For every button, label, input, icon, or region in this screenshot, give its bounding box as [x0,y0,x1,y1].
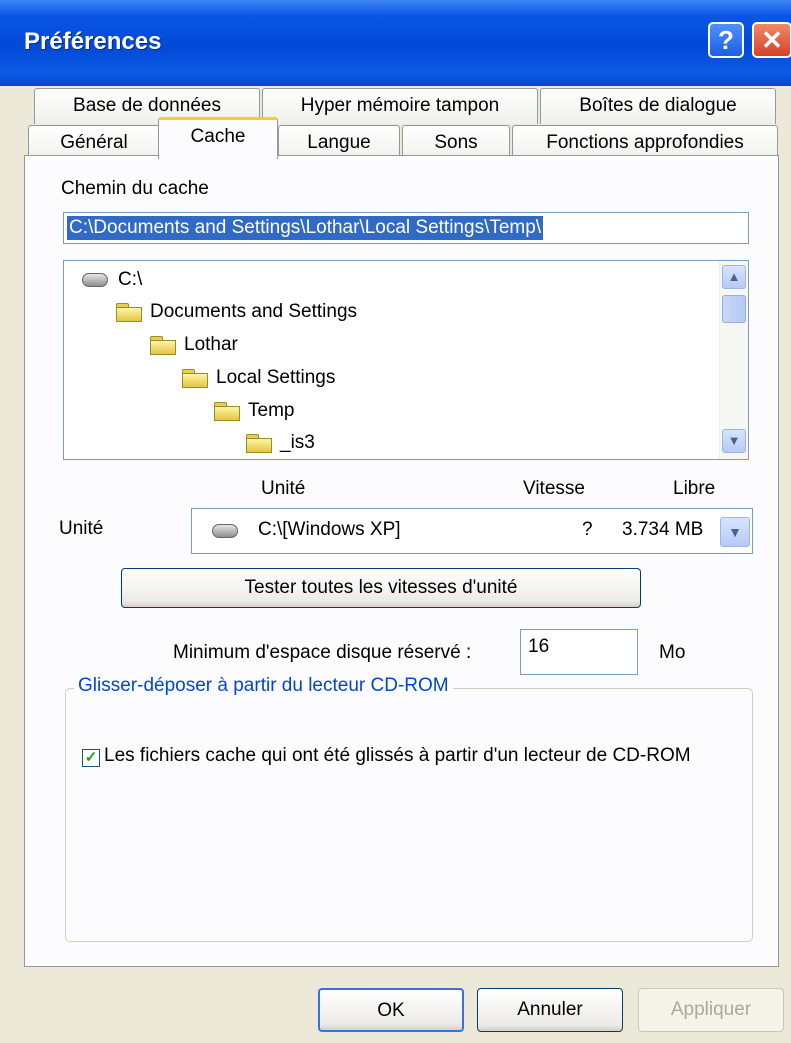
min-space-input[interactable]: 16 [520,629,638,675]
drive-select-free: 3.734 MB [622,519,704,540]
tree-item-folder[interactable]: Temp [214,396,294,426]
ok-button[interactable]: OK [318,988,464,1032]
folder-tree[interactable]: C:\ Documents and Settings Lothar Local … [63,260,749,460]
cache-tab-panel: Chemin du cache C:\Documents and Setting… [24,155,779,967]
cdrom-group: Glisser-déposer à partir du lecteur CD-R… [65,675,753,942]
folder-icon [246,433,272,453]
apply-button[interactable]: Appliquer [638,988,784,1032]
cdrom-group-title: Glisser-déposer à partir du lecteur CD-R… [74,675,453,697]
drive-icon [82,272,108,287]
cache-path-label: Chemin du cache [61,178,209,199]
drive-select-speed: ? [582,519,593,540]
drive-select-name: C:\[Windows XP] [258,519,401,540]
tab-boites-de-dialogue[interactable]: Boîtes de dialogue [540,88,776,124]
cdrom-checkbox[interactable]: ✓ [82,749,100,767]
min-space-unit: Mo [659,642,686,663]
drive-icon [212,524,238,538]
min-space-label: Minimum d'espace disque réservé : [173,642,472,663]
window-title: Préférences [24,28,162,55]
cdrom-checkbox-label[interactable]: Les fichiers cache qui ont été glissés à… [104,745,704,767]
scroll-up-icon[interactable]: ▲ [722,265,746,289]
tree-scrollbar[interactable]: ▲ ▼ [719,261,748,459]
chevron-down-icon[interactable]: ▼ [720,517,750,547]
tree-item-drive[interactable]: C:\ [82,265,142,295]
tree-item-folder[interactable]: _is3 [246,428,315,458]
title-bar[interactable]: Préférences ? ✕ [0,0,791,86]
close-button[interactable]: ✕ [752,22,791,58]
drive-header-speed: Vitesse [523,478,585,499]
cache-path-value: C:\Documents and Settings\Lothar\Local S… [67,216,544,240]
tree-item-label: C:\ [118,269,143,290]
cancel-button[interactable]: Annuler [477,988,623,1032]
scroll-thumb[interactable] [722,295,746,323]
tab-hyper-memoire-tampon[interactable]: Hyper mémoire tampon [262,88,538,124]
test-speeds-button[interactable]: Tester toutes les vitesses d'unité [121,568,641,608]
tree-item-folder[interactable]: Documents and Settings [116,297,357,327]
help-button[interactable]: ? [708,22,744,58]
cache-path-input[interactable]: C:\Documents and Settings\Lothar\Local S… [63,212,749,244]
folder-icon [214,401,240,421]
tree-item-label: Local Settings [216,367,336,388]
drive-label: Unité [59,518,104,539]
tab-cache[interactable]: Cache [158,117,278,159]
tree-item-folder[interactable]: Lothar [150,330,238,360]
folder-icon [116,302,142,322]
tree-item-label: Lothar [184,334,238,355]
scroll-down-icon[interactable]: ▼ [722,429,746,453]
drive-select[interactable]: C:\[Windows XP] ? 3.734 MB ▼ [191,508,753,554]
folder-icon [150,335,176,355]
tree-item-folder[interactable]: Local Settings [182,363,335,393]
tree-item-label: Documents and Settings [150,301,358,322]
checkmark-icon: ✓ [84,749,98,766]
drive-header-free: Libre [673,478,716,499]
tree-item-label: _is3 [280,432,315,453]
drive-header-unit: Unité [261,478,306,499]
folder-icon [182,368,208,388]
tree-item-label: Temp [248,400,295,421]
